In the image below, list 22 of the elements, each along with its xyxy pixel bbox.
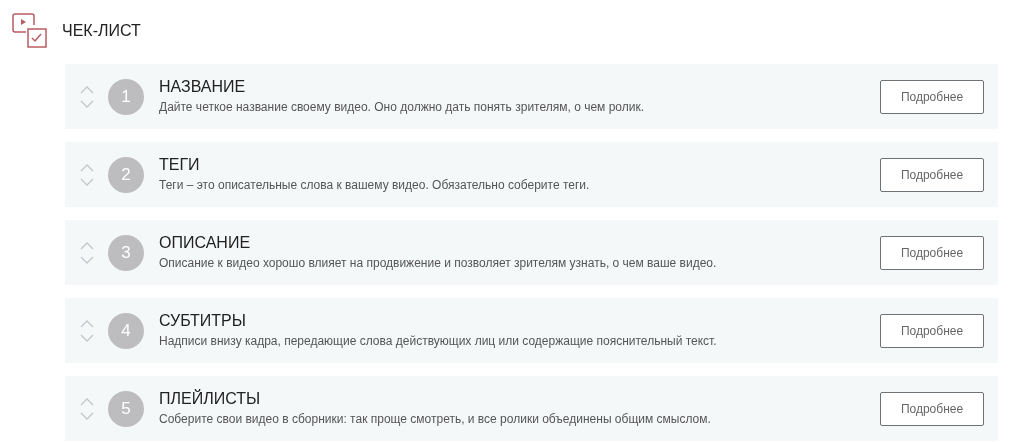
item-description: Теги – это описательные слова к вашему видео. Обязательно соберите теги.	[159, 178, 591, 193]
page-title: ЧЕК-ЛИСТ	[62, 22, 141, 40]
item-description: Соберите свои видео в сборники: так проще смотреть, и все ролики объединены общим смыслом.	[159, 412, 712, 427]
step-number: 4	[108, 312, 144, 349]
item-description: Описание к видео хорошо влияет на продвижение и позволяет зрителям узнать, о чем ваше видео.	[159, 256, 718, 271]
item-description: Дайте четкое название своему видео. Оно должно дать понять зрителям, о чем ролик.	[159, 100, 646, 115]
step-number: 5	[108, 390, 144, 427]
item-title: ОПИСАНИЕ	[159, 234, 252, 252]
item-title: ПЛЕЙЛИСТЫ	[159, 390, 262, 408]
details-button[interactable]: Подробнее	[880, 157, 984, 192]
item-title: ТЕГИ	[159, 156, 201, 174]
item-title: НАЗВАНИЕ	[159, 78, 247, 96]
details-button[interactable]: Подробнее	[880, 313, 984, 348]
step-number: 3	[108, 234, 144, 271]
item-description: Надписи внизу кадра, передающие слова действующих лиц или содержащие пояснительный текст.	[159, 334, 718, 349]
details-button[interactable]: Подробнее	[880, 235, 984, 270]
video-checklist-icon	[12, 13, 48, 49]
item-title: СУБТИТРЫ	[159, 312, 247, 330]
step-number: 2	[108, 156, 144, 193]
details-button[interactable]: Подробнее	[880, 391, 984, 426]
step-number: 1	[108, 78, 144, 115]
details-button[interactable]: Подробнее	[880, 79, 984, 114]
